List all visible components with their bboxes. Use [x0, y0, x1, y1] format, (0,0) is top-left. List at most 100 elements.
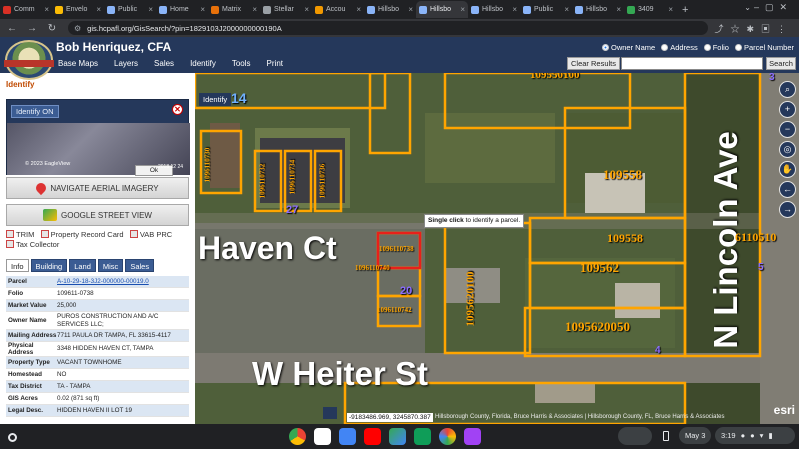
browser-tab[interactable]: 3409 ×	[624, 1, 676, 18]
tab-close-icon[interactable]: ×	[96, 5, 101, 14]
option-address[interactable]: Address	[661, 43, 698, 52]
property-record-card-link[interactable]: Property Record Card	[40, 230, 124, 239]
parcel-label: 1096110730	[203, 147, 212, 183]
back-icon[interactable]: ←	[4, 23, 20, 34]
search-button[interactable]: Search	[766, 57, 796, 70]
tab-close-icon[interactable]: ×	[252, 5, 257, 14]
tax-collector-link[interactable]: Tax Collector	[6, 240, 59, 249]
parcel-link[interactable]: A-10-29-18-3J2-000000-00019.0	[57, 277, 189, 287]
option-parcel-number[interactable]: Parcel Number	[734, 43, 794, 52]
browser-tab[interactable]: Public ×	[104, 1, 156, 18]
street-view-button[interactable]: GOOGLE STREET VIEW	[6, 204, 189, 226]
option-folio[interactable]: Folio	[703, 43, 729, 52]
search-icon[interactable]: ⌕	[779, 81, 796, 98]
browser-tab[interactable]: Home ×	[156, 1, 208, 18]
vab-prc-link[interactable]: VAB PRC	[129, 230, 172, 239]
tray-apps[interactable]	[618, 427, 652, 445]
docs-icon[interactable]	[339, 428, 356, 445]
menu-layers[interactable]: Layers	[114, 59, 138, 68]
tab-close-icon[interactable]: ×	[356, 5, 361, 14]
tab-close-icon[interactable]: ×	[304, 5, 309, 14]
tab-misc[interactable]: Misc	[97, 259, 124, 272]
youtube-icon[interactable]	[364, 428, 381, 445]
sheets-icon[interactable]	[414, 428, 431, 445]
tab-favicon-icon	[575, 5, 583, 14]
zoom-in-icon[interactable]: +	[779, 101, 796, 118]
full-extent-icon[interactable]: ◎	[779, 141, 796, 158]
radio-folio[interactable]	[703, 44, 711, 51]
lot-number: 20	[400, 285, 413, 297]
row-value: HIDDEN HAVEN II LOT 19	[57, 406, 132, 414]
browser-tab[interactable]: Comm ×	[0, 1, 52, 18]
row-value: 109611-0738	[57, 289, 94, 297]
tab-close-icon[interactable]: ×	[408, 5, 413, 14]
extension-icons[interactable]: ⤴☆✱▣⋮	[714, 22, 793, 35]
tab-close-icon[interactable]: ×	[148, 5, 153, 14]
tab-building[interactable]: Building	[30, 259, 68, 272]
tab-search-icon[interactable]: ⌄	[744, 3, 751, 12]
chrome-icon[interactable]	[289, 428, 306, 445]
tab-close-icon[interactable]: ×	[668, 5, 673, 14]
site-info-icon[interactable]: ⚙	[74, 24, 81, 33]
tab-favicon-icon	[523, 5, 531, 14]
tab-label: Stellar	[274, 6, 294, 13]
launcher-icon[interactable]	[8, 433, 17, 442]
gmail-icon[interactable]	[314, 428, 331, 445]
tab-close-icon[interactable]: ×	[616, 5, 621, 14]
browser-tab[interactable]: Hillsbo ×	[364, 1, 416, 18]
forward-icon[interactable]: →	[24, 23, 40, 34]
trim-link[interactable]: TRIM	[6, 230, 34, 239]
zoom-out-icon[interactable]: −	[779, 121, 796, 138]
identify-mode-tag: Identify	[199, 93, 232, 106]
window-controls[interactable]: –▢✕	[754, 2, 793, 13]
tab-sales[interactable]: Sales	[125, 259, 155, 272]
menu-tools[interactable]: Tools	[232, 59, 251, 68]
status-area[interactable]: 3:19 ● ● ▾ ▮	[715, 427, 795, 444]
browser-tab[interactable]: Accou ×	[312, 1, 364, 18]
tab-close-icon[interactable]: ×	[564, 5, 569, 14]
lot-number: 3	[769, 73, 775, 83]
phone-hub-icon[interactable]	[663, 431, 669, 441]
menu-base-maps[interactable]: Base Maps	[58, 59, 98, 68]
previous-extent-icon[interactable]: ←	[779, 181, 796, 198]
pan-hand-icon[interactable]: ✋	[779, 161, 796, 178]
tab-close-icon[interactable]: ×	[512, 5, 517, 14]
address-bar[interactable]: ⚙ gis.hcpafl.org/GisSearch/?pin=1829103J…	[68, 21, 708, 35]
app-icon[interactable]	[464, 428, 481, 445]
browser-tab[interactable]: Matrix ×	[208, 1, 260, 18]
clear-results-button[interactable]: Clear Results	[567, 57, 621, 70]
browser-tab[interactable]: Stellar ×	[260, 1, 312, 18]
identify-on-toggle[interactable]: Identify ON	[11, 105, 59, 118]
browser-tab[interactable]: Hillsbo ×	[468, 1, 520, 18]
option-owner-name[interactable]: Owner Name	[602, 43, 655, 52]
play-store-icon[interactable]	[389, 428, 406, 445]
browser-tabstrip: Comm × Envelo × Public × Home × Matrix × Stellar × A…	[0, 0, 799, 19]
radio-address[interactable]	[661, 44, 669, 51]
map-view[interactable]: Haven Ct W Heiter St N Lincoln Ave 10955…	[195, 73, 799, 424]
radio-parcel-number[interactable]	[734, 44, 742, 51]
radio-owner-name[interactable]	[602, 44, 609, 51]
reload-icon[interactable]: ↻	[44, 23, 60, 34]
tab-close-icon[interactable]: ×	[44, 5, 49, 14]
tab-info[interactable]: Info	[6, 259, 29, 272]
browser-tab[interactable]: Envelo ×	[52, 1, 104, 18]
navigate-aerial-button[interactable]: NAVIGATE AERIAL IMAGERY	[6, 177, 189, 199]
tab-land[interactable]: Land	[69, 259, 96, 272]
browser-tab[interactable]: Hillsbo ×	[572, 1, 624, 18]
browser-tab[interactable]: Public ×	[520, 1, 572, 18]
menu-identify[interactable]: Identify	[190, 59, 216, 68]
tab-close-icon[interactable]: ×	[200, 5, 205, 14]
browser-tab[interactable]: Hillsbo ×	[416, 1, 468, 18]
close-icon[interactable]: ✕	[172, 104, 183, 115]
new-tab-button[interactable]: +	[682, 4, 688, 16]
basemap-toggle-icon[interactable]	[323, 407, 337, 419]
tab-close-icon[interactable]: ×	[460, 5, 465, 14]
date-display[interactable]: May 3	[679, 427, 712, 444]
search-input[interactable]	[621, 57, 763, 70]
menu-sales[interactable]: Sales	[154, 59, 174, 68]
next-extent-icon[interactable]: →	[779, 201, 796, 218]
photos-icon[interactable]	[439, 428, 456, 445]
table-row: Owner Name PUROS CONSTRUCTION AND A/C SER…	[6, 312, 189, 330]
row-value: VACANT TOWNHOME	[57, 358, 122, 366]
menu-print[interactable]: Print	[267, 59, 283, 68]
